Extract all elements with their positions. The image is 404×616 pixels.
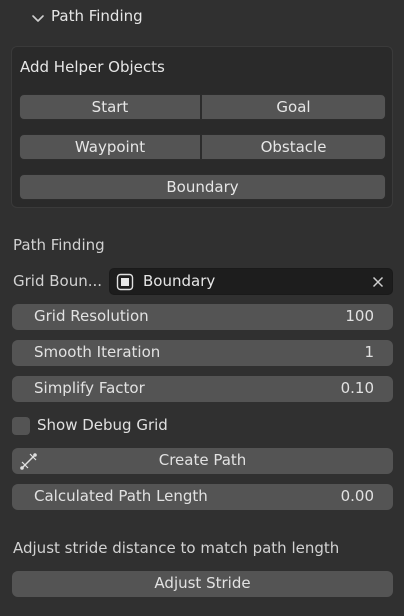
close-icon[interactable] bbox=[372, 276, 384, 288]
adjust-stride-label: Adjust Stride bbox=[154, 574, 251, 592]
object-icon bbox=[116, 273, 134, 291]
simplify-factor-label: Simplify Factor bbox=[34, 379, 145, 397]
waypoint-button[interactable]: Waypoint bbox=[19, 134, 201, 160]
helper-objects-heading: Add Helper Objects bbox=[20, 58, 165, 76]
grid-boundary-label: Grid Boun... bbox=[13, 272, 103, 290]
show-debug-grid-label: Show Debug Grid bbox=[37, 416, 168, 434]
obstacle-button[interactable]: Obstacle bbox=[201, 134, 386, 160]
calculated-path-length-value: 0.00 bbox=[340, 487, 374, 505]
smooth-iteration-field[interactable]: Smooth Iteration 1 bbox=[12, 340, 393, 366]
grid-boundary-value: Boundary bbox=[143, 272, 216, 290]
calculated-path-length-field[interactable]: Calculated Path Length 0.00 bbox=[12, 484, 393, 510]
grid-resolution-label: Grid Resolution bbox=[34, 307, 149, 325]
simplify-factor-field[interactable]: Simplify Factor 0.10 bbox=[12, 376, 393, 402]
start-button[interactable]: Start bbox=[19, 94, 201, 120]
create-path-button[interactable]: Create Path bbox=[12, 448, 393, 474]
grid-resolution-value: 100 bbox=[345, 307, 374, 325]
smooth-iteration-value: 1 bbox=[364, 343, 374, 361]
grid-boundary-field[interactable]: Boundary bbox=[109, 268, 393, 295]
smooth-iteration-label: Smooth Iteration bbox=[34, 343, 161, 361]
panel-title: Path Finding bbox=[51, 7, 143, 25]
boundary-button[interactable]: Boundary bbox=[19, 174, 386, 200]
show-debug-grid-checkbox[interactable] bbox=[12, 417, 30, 435]
goal-button[interactable]: Goal bbox=[201, 94, 386, 120]
grid-resolution-field[interactable]: Grid Resolution 100 bbox=[12, 304, 393, 330]
create-path-label: Create Path bbox=[158, 451, 247, 469]
simplify-factor-value: 0.10 bbox=[340, 379, 374, 397]
panel-header[interactable]: Path Finding bbox=[0, 0, 404, 36]
adjust-stride-hint: Adjust stride distance to match path len… bbox=[13, 539, 340, 557]
calculated-path-length-label: Calculated Path Length bbox=[34, 487, 208, 505]
chevron-down-icon bbox=[32, 15, 44, 22]
adjust-stride-button[interactable]: Adjust Stride bbox=[12, 571, 393, 597]
path-finding-section-label: Path Finding bbox=[13, 236, 105, 254]
